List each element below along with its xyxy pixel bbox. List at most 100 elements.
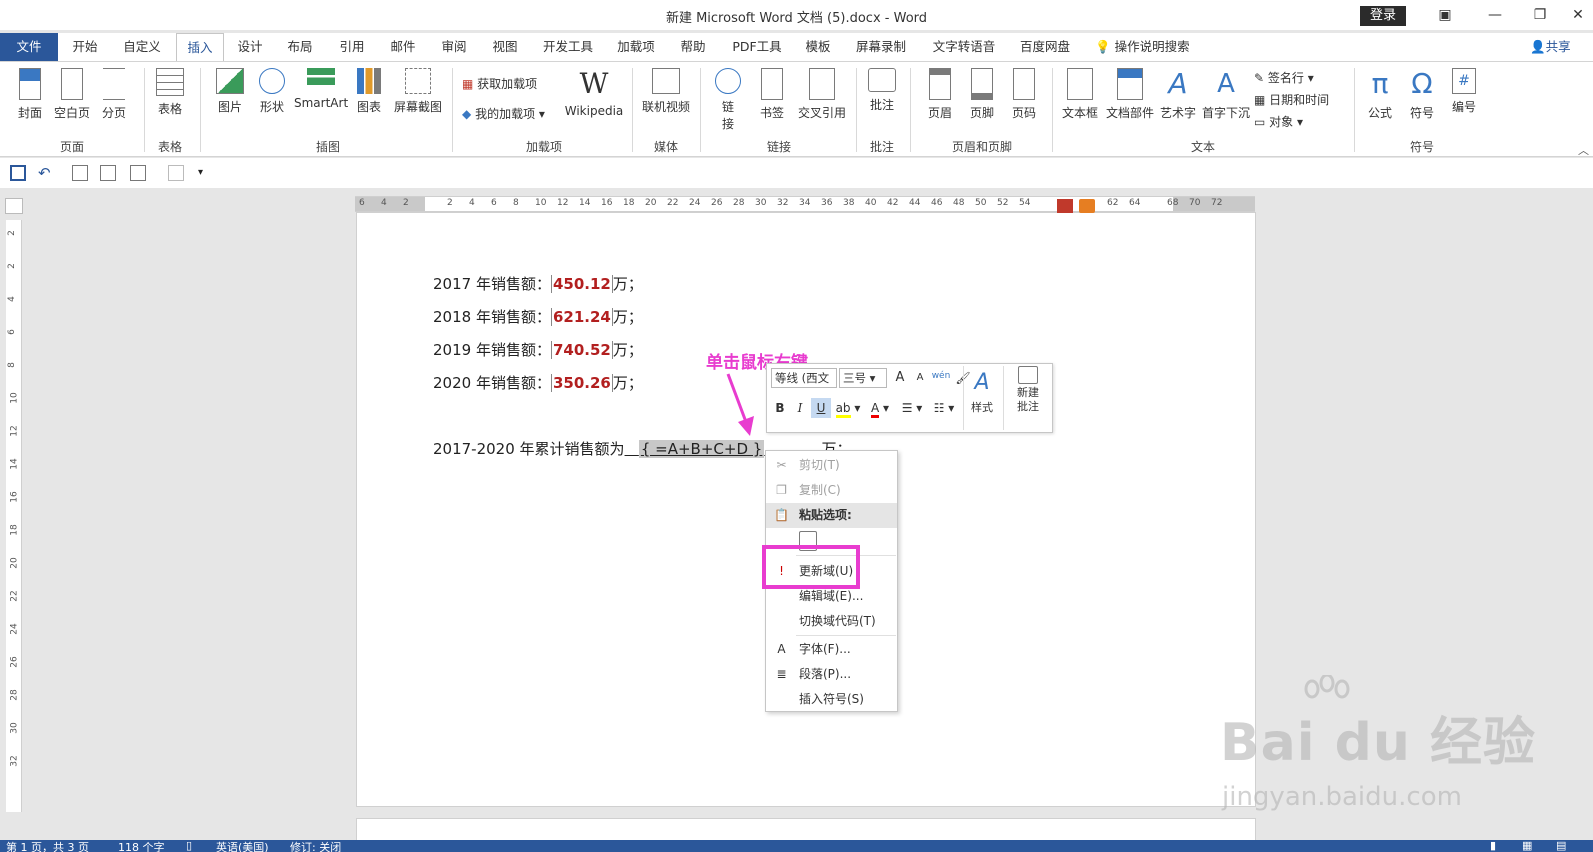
page-break-button[interactable]: 分页 (94, 68, 134, 121)
numbering-button[interactable]: # 编号 (1444, 68, 1484, 115)
page-number-button[interactable]: 页码 (1004, 68, 1044, 121)
menu-item-insert-symbol[interactable]: 插入符号(S) (766, 687, 897, 712)
tab-insert[interactable]: 插入 (176, 33, 224, 61)
signature-line-button[interactable]: ✎ 签名行 ▾ (1254, 68, 1314, 88)
menu-item-toggle-field-codes[interactable]: 切换域代码(T) (766, 609, 897, 634)
textbox-button[interactable]: 文本框 (1058, 68, 1102, 121)
track-changes-status[interactable]: 修订: 关闭 (290, 840, 341, 852)
italic-button[interactable]: I (791, 398, 809, 418)
comment-button[interactable]: 批注 (862, 68, 902, 113)
get-addins-button[interactable]: ▦ 获取加载项 (462, 74, 537, 94)
tab-templates[interactable]: 模板 (798, 33, 838, 61)
web-layout-icon[interactable]: ▤ (1556, 840, 1566, 852)
object-button[interactable]: ▭ 对象 ▾ (1254, 112, 1303, 132)
link-button[interactable]: 链 接 (708, 68, 748, 132)
tab-screen-record[interactable]: 屏幕录制 (850, 33, 912, 61)
format-painter-icon[interactable] (72, 165, 88, 181)
equation-button[interactable]: π 公式 (1360, 68, 1400, 121)
footer-button[interactable]: 页脚 (962, 68, 1002, 121)
tab-home[interactable]: 开始 (64, 33, 106, 61)
menu-item-cut[interactable]: ✂ 剪切(T) (766, 453, 897, 478)
language-status[interactable]: 英语(美国) (216, 840, 269, 852)
drop-cap-button[interactable]: A 首字下沉 (1200, 68, 1252, 121)
sogou-input-icon[interactable] (1079, 199, 1095, 213)
tab-pdf-tools[interactable]: PDF工具 (728, 33, 786, 61)
numbering-list-button[interactable]: ☷ ▾ (929, 398, 959, 418)
smartart-button[interactable]: SmartArt (294, 68, 348, 110)
tab-custom[interactable]: 自定义 (114, 33, 170, 61)
bookmark-button[interactable]: 书签 (752, 68, 792, 121)
tab-design[interactable]: 设计 (230, 33, 270, 61)
tell-me-search[interactable]: 💡 操作说明搜索 (1095, 33, 1190, 61)
tab-developer[interactable]: 开发工具 (538, 33, 598, 61)
touch-mode-icon[interactable] (100, 165, 116, 181)
shrink-font-button[interactable]: A (911, 368, 929, 388)
my-addins-button[interactable]: ◆ 我的加载项 ▾ (462, 104, 545, 124)
table-button[interactable]: 表格 (150, 68, 190, 117)
formula-field[interactable]: { =A+B+C+D } (638, 440, 765, 458)
tab-layout[interactable]: 布局 (280, 33, 320, 61)
online-video-button[interactable]: 联机视频 (638, 68, 694, 115)
customize-qat-icon[interactable]: ▾ (198, 165, 214, 181)
page-count[interactable]: 第 1 页，共 3 页 (6, 840, 89, 852)
menu-item-paragraph[interactable]: ≣ 段落(P)... (766, 662, 897, 687)
blank-page-icon (61, 68, 83, 100)
font-name-select[interactable]: 等线 (西文 (771, 368, 837, 388)
save-icon[interactable] (10, 165, 26, 181)
font-size-select[interactable]: 三号 ▾ (839, 368, 887, 388)
highlight-color-button[interactable]: ab ▾ (833, 398, 863, 418)
tab-baidu-netdisk[interactable]: 百度网盘 (1014, 33, 1076, 61)
new-comment-button[interactable]: 新建 批注 (1005, 366, 1051, 426)
grow-font-button[interactable]: A (891, 368, 909, 388)
vertical-ruler[interactable]: 2 2 4 6 8 10 12 14 16 18 20 22 24 26 28 30 32 (6, 220, 22, 812)
tab-references[interactable]: 引用 (332, 33, 372, 61)
ribbon-display-options-icon[interactable]: ▣ (1425, 4, 1465, 26)
minimize-icon[interactable]: — (1475, 4, 1515, 26)
styles-button[interactable]: A 样式 (965, 368, 999, 424)
wikipedia-button[interactable]: W Wikipedia (562, 68, 626, 119)
menu-item-copy[interactable]: ❐ 复制(C) (766, 478, 897, 503)
tab-stop-selector[interactable] (5, 198, 23, 214)
tab-review[interactable]: 审阅 (434, 33, 474, 61)
login-button[interactable]: 登录 (1360, 6, 1406, 26)
proofing-icon[interactable]: ▯ (186, 840, 192, 852)
cross-reference-button[interactable]: 交叉引用 (794, 68, 850, 121)
pdf-float-icon[interactable] (1057, 199, 1073, 213)
screenshot-button[interactable]: 屏幕截图 (390, 68, 446, 115)
collapse-ribbon-icon[interactable]: ︿ (1578, 142, 1589, 158)
addin-icon: ◆ (462, 107, 472, 121)
font-color-button[interactable]: A ▾ (865, 398, 895, 418)
layout-icon[interactable] (130, 165, 146, 181)
close-icon[interactable]: ✕ (1558, 4, 1593, 26)
menu-item-font[interactable]: A 字体(F)... (766, 637, 897, 662)
quick-parts-button[interactable]: 文档部件 (1104, 68, 1156, 121)
chart-button[interactable]: 图表 (352, 68, 386, 115)
bullets-button[interactable]: ☰ ▾ (897, 398, 927, 418)
phonetic-guide-button[interactable]: wén (931, 366, 951, 386)
print-layout-icon[interactable]: ▦ (1522, 840, 1532, 852)
date-time-button[interactable]: ▦ 日期和时间 (1254, 90, 1329, 110)
bold-button[interactable]: B (771, 398, 789, 418)
tab-text-to-speech[interactable]: 文字转语音 (926, 33, 1002, 61)
symbol-button[interactable]: Ω 符号 (1402, 68, 1442, 121)
underline-button[interactable]: U (811, 398, 831, 418)
horizontal-ruler[interactable]: 6 4 2 2 4 6 8 10 12 14 16 18 20 22 24 26 28 30 32 34 36 38 40 4… (355, 196, 1255, 212)
shapes-button[interactable]: 形状 (252, 68, 292, 115)
new-doc-icon[interactable] (168, 165, 184, 181)
undo-icon[interactable]: ↶ (38, 165, 54, 181)
tab-file[interactable]: 文件 (0, 33, 58, 61)
wordart-button[interactable]: A 艺术字 (1158, 68, 1198, 121)
tab-help[interactable]: 帮助 (673, 33, 713, 61)
blank-page-button[interactable]: 空白页 (52, 68, 92, 121)
read-mode-icon[interactable]: ▮ (1490, 840, 1496, 852)
share-button[interactable]: 👤共享 (1530, 33, 1571, 61)
restore-icon[interactable]: ❐ (1520, 4, 1560, 26)
header-button[interactable]: 页眉 (920, 68, 960, 121)
tab-addins[interactable]: 加载项 (612, 33, 660, 61)
cover-page-button[interactable]: 封面 (10, 68, 50, 121)
tab-view[interactable]: 视图 (485, 33, 525, 61)
tab-mailings[interactable]: 邮件 (383, 33, 423, 61)
picture-button[interactable]: 图片 (210, 68, 250, 115)
line-suffix: 万； (612, 374, 643, 392)
word-count[interactable]: 118 个字 (118, 840, 165, 852)
